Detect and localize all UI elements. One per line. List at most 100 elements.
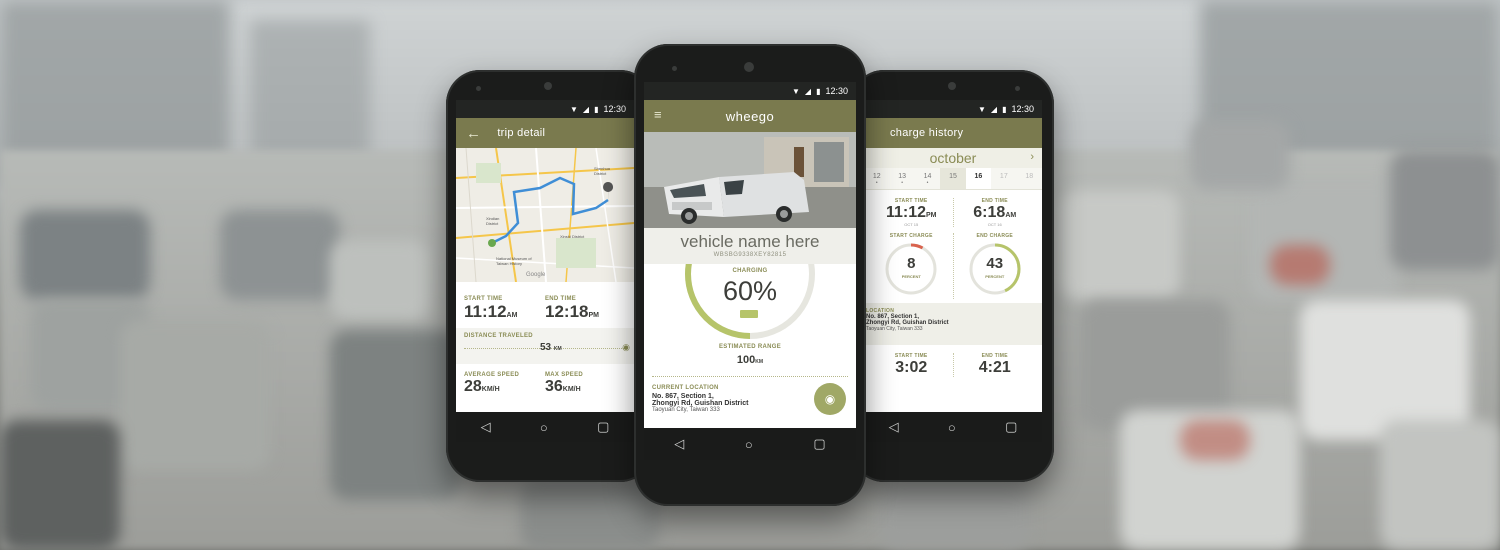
center-screen: ▼ ◢ ▮ 12:30 ≡ wheego vehicle name here W… bbox=[644, 82, 856, 460]
recents-nav-icon[interactable]: ▢ bbox=[1005, 419, 1017, 435]
wifi-icon: ▼ bbox=[791, 86, 800, 96]
home-nav-icon[interactable]: ○ bbox=[745, 437, 753, 452]
day-cell-selected[interactable]: 16 bbox=[965, 168, 992, 189]
back-nav-icon[interactable]: ◁ bbox=[481, 419, 491, 435]
distance-label: DISTANCE TRAVELED bbox=[464, 333, 533, 339]
speed-unit: KM/H bbox=[562, 386, 581, 393]
status-time: 12:30 bbox=[1011, 104, 1034, 114]
start-time: 11:12 bbox=[885, 204, 927, 221]
map-label: Xinshi District bbox=[560, 234, 585, 239]
end-charge-label: END CHARGE bbox=[976, 233, 1014, 239]
battery-icon: ▮ bbox=[816, 86, 821, 96]
start-time: 3:02 bbox=[895, 359, 928, 376]
google-logo: Google bbox=[526, 272, 546, 278]
vehicle-name: vehicle name here bbox=[680, 232, 820, 251]
signal-icon: ◢ bbox=[804, 86, 812, 96]
end-ampm: PM bbox=[588, 312, 599, 319]
map-label: Xindian District bbox=[486, 216, 500, 226]
percent-label: PERCENT bbox=[985, 274, 1005, 279]
day-cell[interactable]: 18 bbox=[1017, 168, 1042, 189]
left-screen: ▼ ◢ ▮ 12:30 ← trip detail Shenhua Distri… bbox=[456, 100, 634, 442]
location-pin-button[interactable]: ◉ bbox=[814, 383, 846, 415]
home-nav-icon[interactable]: ○ bbox=[948, 420, 956, 435]
distance-value: 53 KM bbox=[540, 342, 562, 353]
end-charge-value: 43 bbox=[986, 255, 1004, 272]
wifi-icon: ▼ bbox=[977, 104, 986, 114]
app-bar: ≡ wheego bbox=[644, 100, 856, 132]
end-time: 12:18 bbox=[545, 302, 589, 321]
start-ampm: PM bbox=[926, 212, 937, 219]
charge-times: START TIME 11:12PM OCT 15 END TIME 6:18A… bbox=[864, 190, 1042, 231]
distance-section: DISTANCE TRAVELED 53 KM ◉ bbox=[456, 328, 634, 364]
charge-times-2: START TIME 3:02 END TIME 4:21 bbox=[864, 345, 1042, 377]
range-section: ESTIMATED RANGE 100KM bbox=[644, 344, 856, 372]
nav-bar: ◁ ○ ▢ bbox=[456, 412, 634, 442]
recents-nav-icon[interactable]: ▢ bbox=[597, 419, 609, 435]
status-time: 12:30 bbox=[603, 104, 626, 114]
end-ampm: AM bbox=[1005, 212, 1017, 219]
map-label: Shenhua District bbox=[594, 166, 611, 176]
trip-times: START TIME 11:12AM END TIME 12:18PM bbox=[456, 282, 634, 328]
status-time: 12:30 bbox=[825, 86, 848, 96]
day-cell[interactable]: 14 • bbox=[915, 168, 940, 189]
nav-bar: ◁ ○ ▢ bbox=[864, 412, 1042, 442]
charge-percent: 60% bbox=[722, 276, 778, 306]
day-strip: 12 • 13 • 14 • 15 16 17 18 bbox=[864, 168, 1042, 190]
address-line3: Taoyuan City, Taiwan 333 bbox=[866, 326, 923, 332]
start-date: OCT 15 bbox=[904, 222, 919, 227]
next-month-chevron-icon[interactable]: › bbox=[1030, 151, 1034, 163]
battery-charging-icon bbox=[740, 310, 758, 318]
vehicle-info: vehicle name here WBSBG9338XEY82815 bbox=[644, 228, 856, 264]
day-cell[interactable]: 12 • bbox=[864, 168, 889, 189]
vehicle-vin: WBSBG9338XEY82815 bbox=[713, 252, 787, 258]
trip-map[interactable]: Shenhua District Xindian District Xinshi… bbox=[456, 148, 634, 282]
max-speed: 36 bbox=[545, 378, 563, 395]
start-charge-value: 8 bbox=[907, 255, 916, 272]
end-time: 6:18 bbox=[973, 204, 1006, 221]
location-section: CURRENT LOCATION No. 867, Section 1, Zho… bbox=[644, 381, 856, 417]
battery-icon: ▮ bbox=[1002, 104, 1007, 114]
back-arrow-icon[interactable]: ← bbox=[466, 125, 481, 142]
charge-gauges: START CHARGE 8 PERCENT END CHARGE 43 PER… bbox=[864, 231, 1042, 301]
page-title: trip detail bbox=[497, 127, 546, 139]
day-cell[interactable]: 13 • bbox=[889, 168, 914, 189]
day-cell[interactable]: 15 bbox=[940, 168, 966, 189]
avg-speed: 28 bbox=[464, 378, 482, 395]
speed-unit: KM/H bbox=[481, 386, 500, 393]
back-nav-icon[interactable]: ◁ bbox=[889, 419, 899, 435]
right-phone: ▼ ◢ ▮ 12:30 charge history october › 12 •… bbox=[850, 70, 1054, 482]
recents-nav-icon[interactable]: ▢ bbox=[813, 436, 825, 452]
location-pin-icon: ◉ bbox=[824, 392, 836, 406]
start-ampm: AM bbox=[506, 312, 518, 319]
end-time: 4:21 bbox=[978, 359, 1011, 376]
start-time: 11:12 bbox=[464, 302, 507, 321]
app-bar: ← trip detail bbox=[456, 118, 634, 148]
home-nav-icon[interactable]: ○ bbox=[540, 420, 548, 435]
start-charge-label: START CHARGE bbox=[889, 233, 933, 239]
speed-section: AVERAGE SPEED 28KM/H MAX SPEED 36KM/H bbox=[456, 364, 634, 404]
left-phone: ▼ ◢ ▮ 12:30 ← trip detail Shenhua Distri… bbox=[446, 70, 654, 482]
status-bar: ▼ ◢ ▮ 12:30 bbox=[644, 82, 856, 100]
back-nav-icon[interactable]: ◁ bbox=[674, 436, 684, 452]
range-unit: KM bbox=[755, 359, 764, 365]
app-bar: charge history bbox=[864, 118, 1042, 148]
vehicle-photo bbox=[644, 132, 856, 228]
month-selector: october › bbox=[864, 148, 1042, 168]
map-label: National Museum of Taiwan History bbox=[496, 256, 532, 266]
status-bar: ▼ ◢ ▮ 12:30 bbox=[864, 100, 1042, 118]
percent-label: PERCENT bbox=[901, 274, 921, 279]
wifi-icon: ▼ bbox=[569, 104, 578, 114]
day-cell[interactable]: 17 bbox=[991, 168, 1016, 189]
signal-icon: ◢ bbox=[990, 104, 998, 114]
battery-icon: ▮ bbox=[594, 104, 599, 114]
month-label: october bbox=[929, 150, 977, 166]
brand-logo: wheego bbox=[725, 108, 775, 124]
menu-icon[interactable]: ≡ bbox=[654, 107, 662, 122]
status-bar: ▼ ◢ ▮ 12:30 bbox=[456, 100, 634, 118]
range-value: 100 bbox=[736, 354, 756, 366]
end-date: OCT 16 bbox=[987, 222, 1002, 227]
nav-bar: ◁ ○ ▢ bbox=[644, 428, 856, 460]
page-title: charge history bbox=[890, 127, 964, 139]
signal-icon: ◢ bbox=[582, 104, 590, 114]
charging-label: CHARGING bbox=[732, 268, 768, 274]
